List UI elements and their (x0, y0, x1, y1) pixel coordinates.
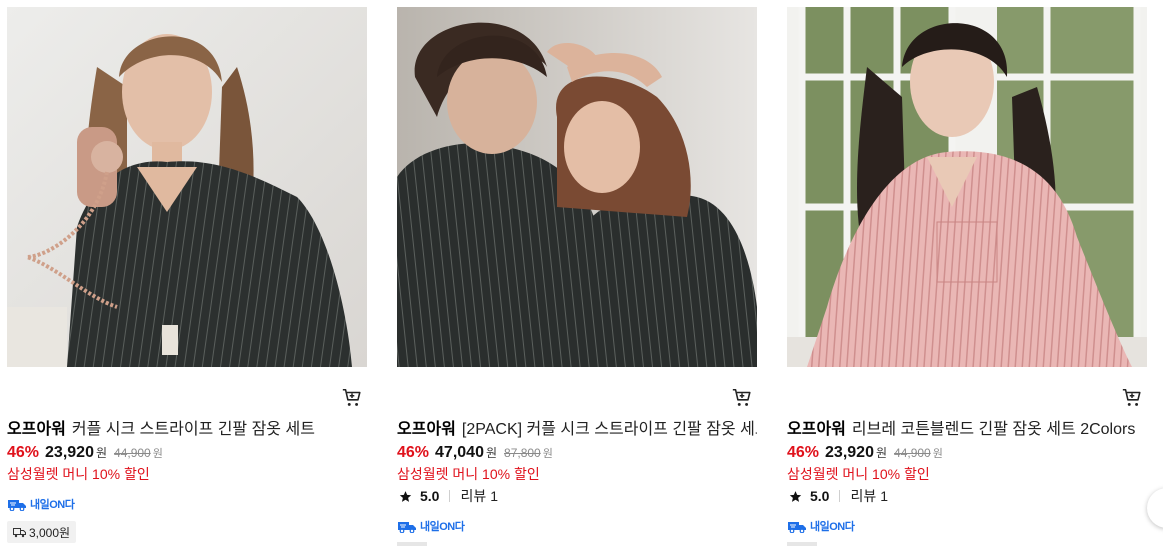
price-row: 46% 23,920 원 44,900 원 (787, 444, 943, 462)
divider (449, 490, 451, 502)
original-price: 87,800 (504, 446, 541, 460)
product-title[interactable]: 오프아워 [2PACK] 커플 시크 스트라이프 긴팔 잠옷 세트 (397, 420, 757, 440)
cart-add-icon[interactable] (731, 387, 753, 409)
delivery-truck-icon (788, 521, 806, 533)
badge-label: 내일ON다 (30, 499, 75, 511)
badge-label: 내일ON다 (810, 521, 855, 533)
review-count: 1 (880, 488, 889, 504)
brand-name: 오프아워 (7, 421, 66, 438)
divider (839, 490, 841, 502)
star-icon (399, 490, 412, 502)
delivery-badge: 내일ON다 (7, 495, 75, 513)
delivery-badge: 내일ON다 (397, 517, 465, 535)
promo-text: 삼성월렛 머니 10% 할인 (787, 466, 930, 482)
price-unit: 원 (485, 446, 498, 460)
review-count: 1 (490, 488, 499, 504)
brand-name: 오프아워 (787, 421, 846, 438)
review-label: 리뷰 (850, 488, 877, 504)
delivery-truck-icon (398, 521, 416, 533)
brand-name: 오프아워 (397, 421, 456, 438)
product-grid: 오프아워 커플 시크 스트라이프 긴팔 잠옷 세트 46% 23,920 원 44… (7, 7, 1147, 546)
star-icon (789, 490, 802, 502)
product-name: 커플 시크 스트라이프 긴팔 잠옷 세트 (71, 421, 315, 438)
promo-text: 삼성월렛 머니 10% 할인 (7, 466, 150, 482)
product-title[interactable]: 오프아워 리브레 코튼블렌드 긴팔 잠옷 세트 2Colors (787, 420, 1147, 440)
sale-price: 23,920 (825, 444, 874, 461)
rating-score: 5.0 (420, 488, 440, 504)
original-price-unit: 원 (542, 448, 553, 460)
original-price-unit: 원 (152, 448, 163, 460)
promo-text: 삼성월렛 머니 10% 할인 (397, 466, 540, 482)
couple-photo-icon (397, 7, 757, 367)
shipping-fee-partial (397, 542, 427, 546)
product-name: 리브레 코튼블렌드 긴팔 잠옷 세트 2Colors (851, 421, 1136, 438)
model-photo-icon (7, 7, 367, 367)
original-price: 44,900 (894, 446, 931, 460)
discount-rate: 46% (7, 444, 40, 461)
shipping-fee: 3,000원 (7, 521, 77, 543)
product-card[interactable]: 오프아워 커플 시크 스트라이프 긴팔 잠옷 세트 46% 23,920 원 44… (7, 7, 367, 543)
cart-add-icon[interactable] (1121, 387, 1143, 409)
product-image[interactable] (7, 7, 367, 367)
original-price-unit: 원 (932, 448, 943, 460)
review-label: 리뷰 (460, 488, 487, 504)
delivery-truck-icon (13, 527, 26, 537)
carousel-next-button[interactable] (1147, 488, 1163, 528)
sale-price: 23,920 (45, 444, 94, 461)
badge-label: 내일ON다 (420, 521, 465, 533)
product-title[interactable]: 오프아워 커플 시크 스트라이프 긴팔 잠옷 세트 (7, 420, 367, 440)
shipping-fee-value: 3,000원 (29, 525, 71, 540)
model-photo-icon (787, 7, 1147, 367)
rating-row: 5.0 리뷰 1 (399, 486, 498, 506)
price-unit: 원 (95, 446, 108, 460)
rating-score: 5.0 (810, 488, 830, 504)
rating-row: 5.0 리뷰 1 (789, 486, 888, 506)
discount-rate: 46% (787, 444, 820, 461)
delivery-truck-icon (8, 499, 26, 511)
price-unit: 원 (875, 446, 888, 460)
product-image[interactable] (787, 7, 1147, 367)
delivery-badge: 내일ON다 (787, 517, 855, 535)
product-image[interactable] (397, 7, 757, 367)
cart-add-icon[interactable] (341, 387, 363, 409)
original-price: 44,900 (114, 446, 151, 460)
price-row: 46% 47,040 원 87,800 원 (397, 444, 553, 462)
price-row: 46% 23,920 원 44,900 원 (7, 444, 163, 462)
product-name: [2PACK] 커플 시크 스트라이프 긴팔 잠옷 세트 (461, 421, 757, 438)
product-card[interactable]: 오프아워 리브레 코튼블렌드 긴팔 잠옷 세트 2Colors 46% 23,92… (787, 7, 1147, 546)
discount-rate: 46% (397, 444, 430, 461)
sale-price: 47,040 (435, 444, 484, 461)
shipping-fee-partial (787, 542, 817, 546)
product-card[interactable]: 오프아워 [2PACK] 커플 시크 스트라이프 긴팔 잠옷 세트 46% 47,… (397, 7, 757, 546)
